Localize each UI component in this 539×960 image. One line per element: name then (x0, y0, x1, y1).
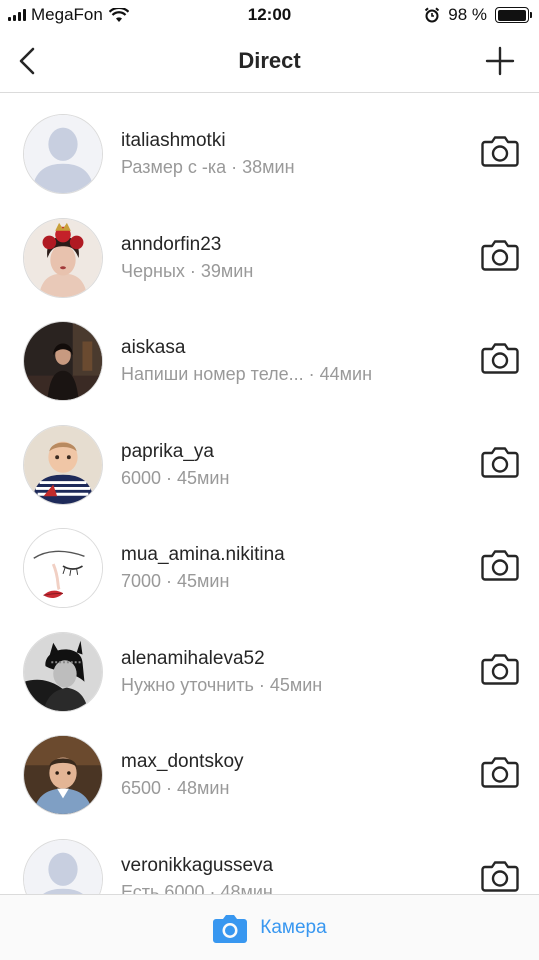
thread-preview: 7000 · 45мин (121, 571, 230, 591)
thread-row[interactable]: mua_amina.nikitina 7000 · 45мин (0, 508, 539, 612)
battery-icon (495, 7, 532, 23)
thread-username: italiashmotki (121, 130, 226, 151)
battery-level (497, 9, 526, 21)
camera-icon (213, 914, 248, 943)
camera-icon (481, 860, 519, 892)
thread-row[interactable]: aiskasa Напиши номер теле... · 44мин (0, 301, 539, 405)
plus-icon (485, 46, 515, 76)
thread-text: italiashmotki Размер с -ка · 38мин (121, 130, 449, 178)
avatar-image (24, 632, 102, 711)
camera-icon (481, 550, 519, 581)
thread-row[interactable]: max_dontskoy 6500 · 48мин (0, 715, 539, 819)
reply-camera-button[interactable] (481, 652, 519, 686)
page-title: Direct (238, 48, 301, 73)
status-right: 98 % (424, 5, 532, 25)
reply-camera-button[interactable] (481, 859, 519, 893)
thread-row[interactable]: paprika_ya 6000 · 45мин (0, 405, 539, 509)
avatar-default[interactable] (23, 114, 103, 194)
reply-camera-button[interactable] (481, 548, 519, 582)
thread-username: aiskasa (121, 337, 186, 358)
camera-icon (481, 343, 519, 374)
thread-username: paprika_ya (121, 440, 214, 462)
avatar-photo[interactable] (23, 217, 103, 298)
avatar-photo[interactable] (23, 631, 103, 712)
avatar-photo[interactable] (23, 424, 103, 505)
battery-percent: 98 % (448, 5, 487, 24)
avatar-image (24, 322, 102, 400)
new-message-button[interactable] (485, 46, 515, 76)
camera-icon (481, 239, 519, 271)
thread-row[interactable]: alenamihaleva52 Нужно уточнить · 45мин (0, 612, 539, 716)
thread-text: mua_amina.nikitina 7000 · 45мин (121, 544, 449, 592)
thread-preview: Нужно уточнить · 45мин (121, 674, 323, 695)
reply-camera-button[interactable] (481, 755, 519, 789)
camera-icon (481, 136, 519, 167)
reply-camera-button[interactable] (481, 238, 519, 272)
thread-username: alenamihaleva52 (121, 647, 265, 669)
thread-text: veronikkagusseva Есть 6000 · 48мин (121, 855, 449, 895)
avatar-image (24, 425, 102, 504)
reply-camera-button[interactable] (481, 445, 519, 479)
thread-text: anndorfin23 Черных · 39мин (121, 234, 449, 282)
avatar-photo[interactable] (23, 735, 103, 815)
thread-preview: 6500 · 48мин (121, 778, 230, 798)
thread-username: veronikkagusseva (121, 854, 274, 876)
thread-preview: Черных · 39мин (121, 260, 254, 281)
reply-camera-button[interactable] (481, 341, 519, 375)
thread-row[interactable]: anndorfin23 Черных · 39мин (0, 198, 539, 302)
thread-text: max_dontskoy 6500 · 48мин (121, 751, 449, 799)
thread-row[interactable]: veronikkagusseva Есть 6000 · 48мин (0, 819, 539, 895)
avatar-default[interactable] (23, 838, 103, 894)
avatar-photo[interactable] (23, 321, 103, 401)
camera-button[interactable]: Камера (0, 894, 539, 960)
thread-text: aiskasa Напиши номер теле... · 44мин (121, 337, 449, 385)
thread-preview: Есть 6000 · 48мин (121, 881, 273, 895)
reply-camera-button[interactable] (481, 134, 519, 168)
status-bar: MegaFon 12:00 98 % (0, 0, 539, 30)
camera-icon (481, 653, 519, 685)
nav-bar: Direct (0, 30, 539, 93)
thread-username: anndorfin23 (121, 233, 222, 255)
thread-row[interactable]: italiashmotki Размер с -ка · 38мин (0, 94, 539, 198)
camera-label: Камера (260, 916, 327, 938)
default-avatar-icon (24, 115, 102, 193)
thread-preview: Напиши номер теле... · 44мин (121, 364, 373, 384)
thread-username: max_dontskoy (121, 751, 244, 772)
thread-preview: 6000 · 45мин (121, 467, 230, 488)
avatar-image (24, 529, 102, 607)
thread-text: alenamihaleva52 Нужно уточнить · 45мин (121, 648, 449, 696)
avatar-illustration[interactable] (23, 528, 103, 608)
avatar-image (24, 736, 102, 814)
thread-username: mua_amina.nikitina (121, 544, 285, 565)
default-avatar-icon (24, 839, 102, 894)
direct-screen: MegaFon 12:00 98 % Direct italiashmotki … (0, 0, 539, 960)
camera-icon (481, 446, 519, 478)
avatar-image (24, 218, 102, 297)
thread-preview: Размер с -ка · 38мин (121, 157, 295, 177)
thread-text: paprika_ya 6000 · 45мин (121, 441, 449, 489)
thread-list: italiashmotki Размер с -ка · 38мин anndo… (0, 94, 539, 894)
alarm-icon (425, 7, 440, 23)
camera-icon (481, 757, 519, 788)
